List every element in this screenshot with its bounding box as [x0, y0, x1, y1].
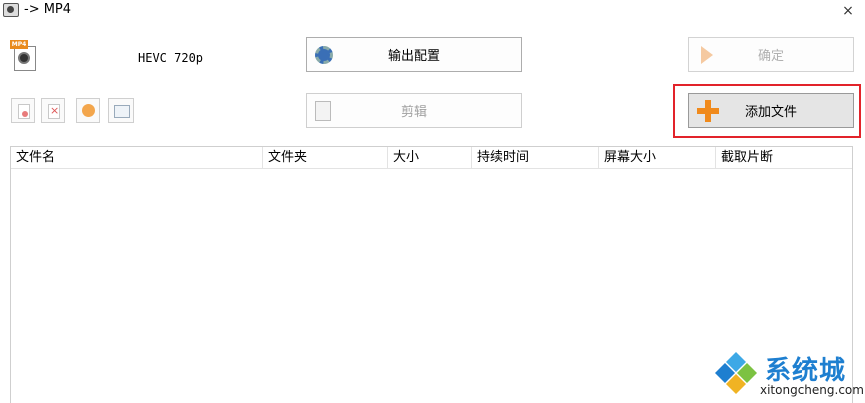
edit-button[interactable]: 剪辑: [306, 93, 522, 128]
gear-icon: [315, 45, 333, 64]
watermark-url: xitongcheng.com: [760, 383, 864, 397]
add-file-small-icon: [22, 111, 28, 117]
scissors-icon: [315, 100, 331, 121]
arrow-right-icon: [701, 45, 713, 64]
column-header-filename[interactable]: 文件名: [11, 147, 263, 168]
list-header: 文件名 文件夹 大小 持续时间 屏幕大小 截取片断: [11, 147, 852, 169]
column-header-duration[interactable]: 持续时间: [472, 147, 599, 168]
highlight-box: [673, 84, 861, 138]
title-bar: -> MP4 ×: [0, 0, 865, 24]
close-button[interactable]: ×: [836, 0, 860, 22]
window-title: -> MP4: [24, 2, 72, 17]
column-header-screen-size[interactable]: 屏幕大小: [599, 147, 716, 168]
play-icon: [82, 104, 95, 117]
ok-button[interactable]: 确定: [688, 37, 854, 72]
column-header-folder[interactable]: 文件夹: [263, 147, 388, 168]
column-header-size[interactable]: 大小: [388, 147, 472, 168]
edit-label: 剪辑: [400, 105, 427, 120]
window-icon: [114, 105, 130, 118]
app-icon: [3, 3, 19, 17]
play-button[interactable]: [76, 98, 100, 123]
output-config-button[interactable]: 输出配置: [306, 37, 522, 72]
remove-file-button[interactable]: ×: [41, 98, 65, 123]
watermark: 系统城 xitongcheng.com: [710, 346, 864, 402]
watermark-name: 系统城: [765, 356, 847, 386]
mp4-tag: MP4: [10, 40, 28, 49]
remove-file-icon: ×: [50, 104, 60, 117]
output-config-label: 输出配置: [387, 49, 440, 64]
mp4-file-icon: MP4: [10, 40, 36, 71]
column-header-clip[interactable]: 截取片断: [716, 147, 852, 168]
watermark-logo-icon: [715, 352, 757, 394]
format-label: HEVC 720p: [138, 51, 204, 65]
add-file-small-button[interactable]: [11, 98, 35, 123]
ok-label: 确定: [757, 49, 784, 64]
window-button[interactable]: [108, 98, 134, 123]
